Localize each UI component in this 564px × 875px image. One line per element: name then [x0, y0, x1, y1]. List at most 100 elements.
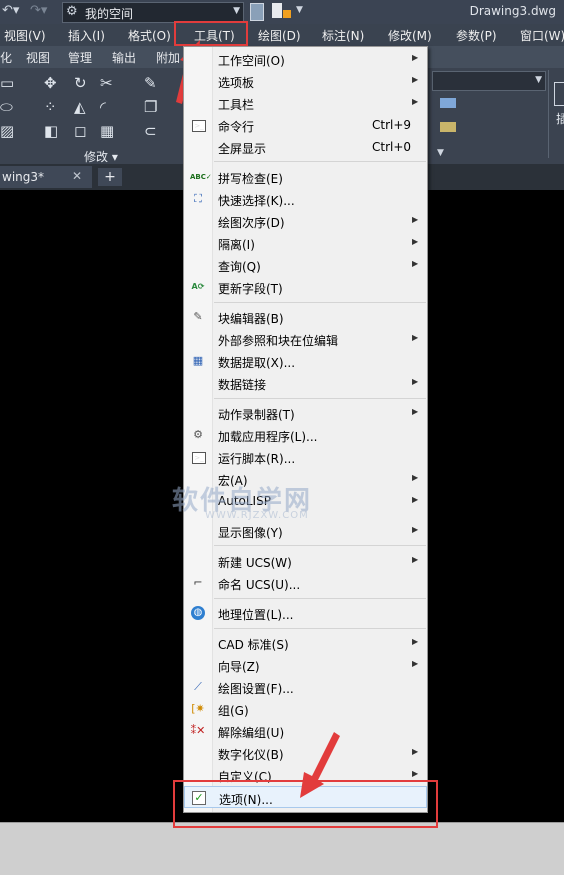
menu-item-group[interactable]: [✷ 组(G) [184, 698, 427, 720]
run-script-icon: >_ [192, 452, 206, 464]
plot-badge-icon [283, 10, 291, 18]
array-icon[interactable]: ▦ [100, 122, 114, 140]
submenu-arrow-icon: ▶ [412, 637, 419, 646]
menu-item-draw-order[interactable]: 绘图次序(D) ▶ [184, 210, 427, 232]
file-tab-label: wing3* [2, 170, 45, 184]
gear-icon: ⚙ [66, 4, 78, 19]
menu-item-block-editor[interactable]: ✎ 块编辑器(B) [184, 306, 427, 328]
load-application-icon: ⚙ [193, 428, 203, 441]
workspace-select[interactable]: ⚙ 我的空间 ▼ [62, 2, 244, 23]
menu-item-display-image[interactable]: 显示图像(Y) ▶ [184, 520, 427, 542]
menu-separator [214, 598, 426, 599]
menu-item-toolbars[interactable]: 工具栏 ▶ [184, 92, 427, 114]
menu-insert[interactable]: 插入(I) [68, 27, 105, 44]
erase-icon[interactable]: ✎ [144, 74, 157, 92]
update-field-icon: A⟳ [191, 282, 205, 291]
file-tab-drawing3[interactable]: wing3* ✕ [0, 166, 92, 188]
watermark-url: WWW.RJZXW.COM [205, 510, 309, 521]
match-layer-icon[interactable] [440, 122, 456, 132]
explode-icon[interactable]: ❐ [144, 98, 157, 116]
menu-item-named-ucs[interactable]: ⌐ 命名 UCS(U)... [184, 572, 427, 594]
menu-dimension[interactable]: 标注(N) [322, 27, 364, 44]
menu-item-palettes[interactable]: 选项板 ▶ [184, 70, 427, 92]
hatch-icon[interactable]: ▨ [0, 122, 14, 140]
chevron-down-icon: ▼ [535, 75, 542, 85]
menu-separator [214, 398, 426, 399]
chevron-down-icon[interactable]: ▼ [437, 148, 444, 158]
menu-item-action-recorder[interactable]: 动作录制器(T) ▶ [184, 402, 427, 424]
menu-item-wizards[interactable]: 向导(Z) ▶ [184, 654, 427, 676]
menu-item-geographic-location[interactable]: ◍ 地理位置(L)... [184, 602, 427, 624]
menu-item-xref-edit[interactable]: 外部参照和块在位编辑 ▶ [184, 328, 427, 350]
menu-separator [214, 302, 426, 303]
data-extraction-icon: ▦ [192, 354, 204, 367]
menu-item-clean-screen[interactable]: 全屏显示 Ctrl+0 [184, 136, 427, 158]
menu-separator [214, 545, 426, 546]
close-icon[interactable]: ✕ [72, 169, 82, 183]
modify-panel-label[interactable]: 修改 ▾ [84, 148, 118, 165]
menu-item-data-extraction[interactable]: ▦ 数据提取(X)... [184, 350, 427, 372]
command-line-icon: >_ [192, 120, 206, 132]
submenu-arrow-icon: ▶ [412, 97, 419, 106]
quick-select-icon: ⛶ [194, 192, 202, 205]
submenu-arrow-icon: ▶ [412, 555, 419, 564]
scale-icon[interactable]: ◻ [74, 122, 86, 140]
annotation-arrow-down [300, 732, 340, 798]
menu-item-workspace[interactable]: 工作空间(O) ▶ [184, 48, 427, 70]
menu-separator [214, 161, 426, 162]
mirror-icon[interactable]: ◭ [74, 98, 86, 116]
menu-item-new-ucs[interactable]: 新建 UCS(W) ▶ [184, 550, 427, 572]
fillet-icon[interactable]: ◜ [100, 98, 106, 116]
submenu-arrow-icon: ▶ [412, 769, 419, 778]
menu-item-run-script[interactable]: >_ 运行脚本(R)... [184, 446, 427, 468]
menu-item-cad-standards[interactable]: CAD 标准(S) ▶ [184, 632, 427, 654]
layer-properties-icon[interactable] [440, 98, 456, 108]
redo-icon[interactable]: ↷▾ [30, 3, 47, 18]
tab-view[interactable]: 视图 [26, 49, 50, 66]
submenu-arrow-icon: ▶ [412, 473, 419, 482]
menu-item-quick-select[interactable]: ⛶ 快速选择(K)... [184, 188, 427, 210]
menu-item-drafting-settings[interactable]: ⟋ 绘图设置(F)... [184, 676, 427, 698]
stretch-icon[interactable]: ◧ [44, 122, 58, 140]
globe-icon: ◍ [191, 606, 205, 620]
menu-view[interactable]: 视图(V) [4, 27, 46, 44]
customize-dropdown-icon[interactable]: ▼ [296, 5, 303, 15]
tab-partial[interactable]: 化 [0, 49, 12, 66]
menu-draw[interactable]: 绘图(D) [258, 27, 301, 44]
tab-output[interactable]: 输出 [112, 49, 136, 66]
ellipse-icon[interactable]: ⬭ [0, 98, 13, 116]
menu-parametric[interactable]: 参数(P) [456, 27, 497, 44]
menu-item-isolate[interactable]: 隔离(I) ▶ [184, 232, 427, 254]
trim-icon[interactable]: ✂ [100, 74, 113, 92]
tab-manage[interactable]: 管理 [68, 49, 92, 66]
offset-icon[interactable]: ⊂ [144, 122, 157, 140]
group-icon: [✷ [191, 702, 205, 715]
submenu-arrow-icon: ▶ [412, 525, 419, 534]
share-icon[interactable] [250, 3, 264, 21]
submenu-arrow-icon: ▶ [412, 495, 419, 504]
new-tab-button[interactable]: + [98, 168, 122, 186]
menu-item-data-links[interactable]: 数据链接 ▶ [184, 372, 427, 394]
status-bar [0, 822, 564, 875]
panel-divider [548, 70, 549, 158]
menu-item-spell-check[interactable]: ABC✓ 拼写检查(E) [184, 166, 427, 188]
submenu-arrow-icon: ▶ [412, 377, 419, 386]
workspace-label: 我的空间 [85, 7, 134, 21]
move-icon[interactable]: ✥ [44, 74, 57, 92]
insert-block-icon[interactable] [554, 82, 564, 106]
layer-select[interactable]: ▼ [432, 71, 546, 91]
rotate-icon[interactable]: ↻ [74, 74, 87, 92]
menu-bar: 视图(V) 插入(I) 格式(O) 工具(T) 绘图(D) 标注(N) 修改(M… [0, 24, 564, 46]
menu-item-update-fields[interactable]: A⟳ 更新字段(T) [184, 276, 427, 298]
menu-item-load-application[interactable]: ⚙ 加载应用程序(L)... [184, 424, 427, 446]
rectangle-icon[interactable]: ▭ [0, 74, 14, 92]
menu-modify[interactable]: 修改(M) [388, 27, 432, 44]
menu-item-inquiry[interactable]: 查询(Q) ▶ [184, 254, 427, 276]
copy-icon[interactable]: ⁘ [44, 98, 57, 116]
quick-access-toolbar: ↶▾ ↷▾ ⚙ 我的空间 ▼ ▼ Drawing3.dwg [0, 0, 564, 24]
menu-window[interactable]: 窗口(W) [520, 27, 564, 44]
undo-icon[interactable]: ↶▾ [2, 3, 19, 18]
plot-icon[interactable] [272, 3, 282, 18]
menu-item-command-line[interactable]: >_ 命令行 Ctrl+9 [184, 114, 427, 136]
menu-separator [214, 628, 426, 629]
